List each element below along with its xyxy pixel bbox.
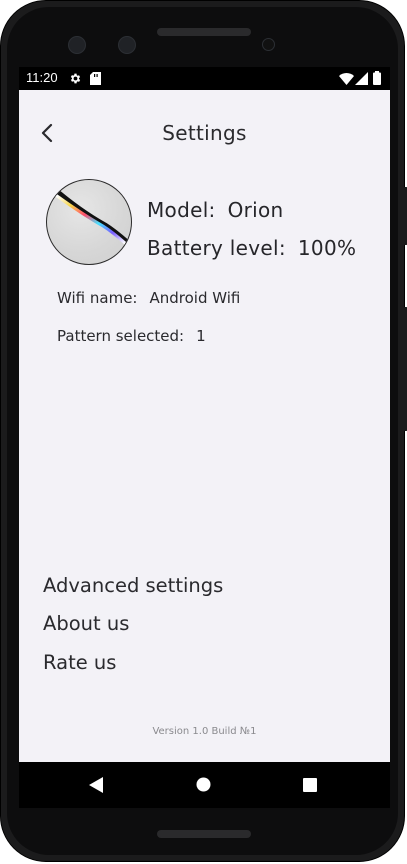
pattern-row: Pattern selected: 1 xyxy=(57,327,206,345)
earpiece-speaker xyxy=(157,28,251,36)
device-image xyxy=(46,179,132,265)
page-title: Settings xyxy=(162,121,247,145)
home-circle-icon[interactable] xyxy=(196,777,211,792)
phone-frame: 11:20 Settings Model: Orion Battery leve… xyxy=(0,0,407,862)
pattern-label: Pattern selected: xyxy=(57,327,185,345)
recents-square-icon[interactable] xyxy=(303,778,317,792)
cell-signal-icon xyxy=(355,72,368,85)
proximity-sensor-icon xyxy=(262,38,275,51)
front-camera-icon xyxy=(68,36,86,54)
battery-value: 100% xyxy=(297,236,357,260)
model-value: Orion xyxy=(227,198,284,222)
back-triangle-icon[interactable] xyxy=(89,777,103,793)
wifi-row: Wifi name: Android Wifi xyxy=(57,289,240,307)
menu-item-about-us[interactable]: About us xyxy=(43,612,129,635)
power-button xyxy=(403,187,407,245)
system-nav-bar xyxy=(19,762,390,808)
model-row: Model: Orion xyxy=(147,198,284,222)
bottom-speaker xyxy=(157,830,251,838)
battery-icon xyxy=(373,71,381,85)
pattern-value: 1 xyxy=(196,327,206,345)
settings-gear-icon xyxy=(70,73,81,84)
battery-label: Battery level: xyxy=(147,236,286,260)
status-time: 11:20 xyxy=(26,70,58,85)
front-camera-icon xyxy=(118,36,136,54)
wifi-icon xyxy=(339,73,354,85)
status-bar: 11:20 xyxy=(19,67,390,90)
wifi-label: Wifi name: xyxy=(57,289,138,307)
wifi-value: Android Wifi xyxy=(149,289,241,307)
menu-item-advanced-settings[interactable]: Advanced settings xyxy=(43,574,223,597)
battery-row: Battery level: 100% xyxy=(147,236,356,260)
sd-card-icon xyxy=(90,72,101,85)
led-strip-image xyxy=(50,185,130,245)
model-label: Model: xyxy=(147,198,216,222)
volume-button xyxy=(403,307,407,431)
menu-item-rate-us[interactable]: Rate us xyxy=(43,651,116,674)
app-screen: 11:20 Settings Model: Orion Battery leve… xyxy=(19,67,390,808)
version-label: Version 1.0 Build №1 xyxy=(152,726,257,737)
